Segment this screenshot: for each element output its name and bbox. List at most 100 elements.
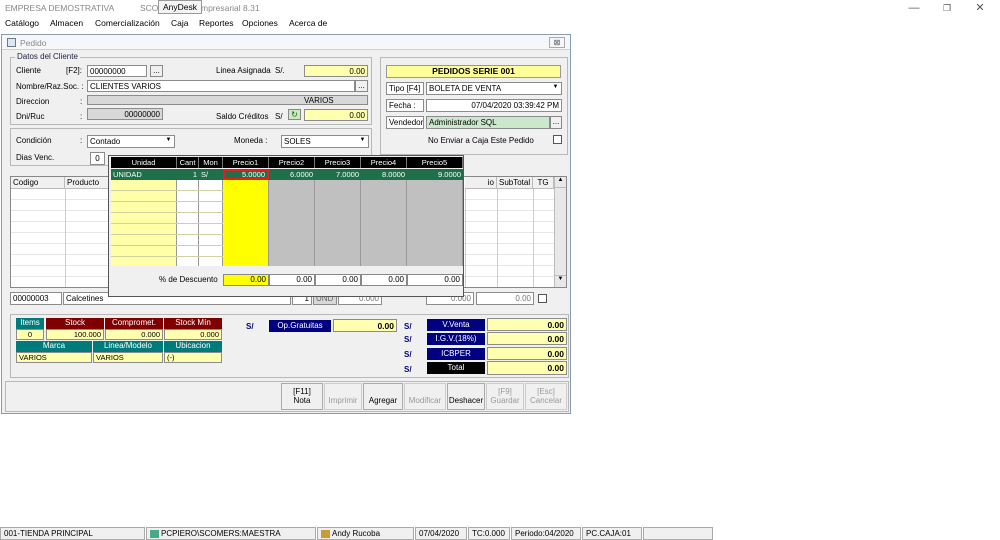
- chevron-down-icon: ▼: [552, 84, 559, 90]
- descuento-5[interactable]: 0.00: [407, 274, 463, 286]
- menu-comercializacion[interactable]: Comercialización: [95, 18, 160, 28]
- direccion-label: Direccion: [16, 97, 50, 106]
- nombre-input[interactable]: CLIENTES VARIOS: [87, 80, 355, 92]
- linea-modelo-label: Linea/Modelo: [93, 341, 163, 352]
- ubicacion-label: Ubicacion: [164, 341, 222, 352]
- vventa-label: V.Venta: [427, 319, 485, 331]
- grid-header-precio: io: [465, 177, 497, 189]
- imprimir-button[interactable]: Imprimir: [324, 383, 362, 410]
- descuento-1[interactable]: 0.00: [223, 274, 269, 286]
- price-popup[interactable]: Unidad Cant Mon Precio1 Precio2 Precio3 …: [108, 155, 464, 297]
- nota-key: [F11]: [293, 387, 311, 396]
- op-gratuitas-value: 0.00: [333, 319, 397, 332]
- app-title-tail: mpresarial 8.31: [201, 3, 260, 13]
- grid-scrollbar[interactable]: ▲ ▼: [554, 177, 566, 287]
- tipo-select[interactable]: BOLETA DE VENTA ▼: [426, 82, 562, 95]
- window-title: Pedido: [20, 38, 47, 48]
- popup-precio3: 7.0000: [336, 170, 359, 179]
- popup-header-mon: Mon: [199, 157, 223, 168]
- cliente-lookup-button[interactable]: ...: [150, 65, 163, 77]
- marca-label: Marca: [16, 341, 92, 352]
- menu-opciones[interactable]: Opciones: [242, 18, 278, 28]
- descuento-3[interactable]: 0.00: [315, 274, 361, 286]
- nota-button[interactable]: [F11] Nota: [281, 383, 323, 410]
- status-db: PCPIERO\SCOMERS:MAESTRA: [146, 527, 316, 540]
- no-enviar-label: No Enviar a Caja Este Pedido: [428, 136, 534, 145]
- menu-catalogo[interactable]: Catálogo: [5, 18, 39, 28]
- dias-input[interactable]: 0: [90, 152, 105, 165]
- popup-header-precio5: Precio5: [407, 157, 463, 168]
- vventa-currency: S/: [404, 322, 412, 331]
- ubicacion-value: (-): [164, 352, 222, 363]
- descuento-2[interactable]: 0.00: [269, 274, 315, 286]
- agregar-button[interactable]: Agregar: [363, 383, 403, 410]
- grid-divider: [465, 189, 466, 287]
- compromet-label: Compromet.: [105, 318, 163, 329]
- popup-header-cant: Cant: [177, 157, 199, 168]
- menu-reportes[interactable]: Reportes: [199, 18, 234, 28]
- vventa-value: 0.00: [487, 318, 567, 331]
- close-icon[interactable]: ✕: [972, 1, 988, 15]
- footer-codigo: 00000003: [10, 292, 62, 305]
- popup-header-precio3: Precio3: [315, 157, 361, 168]
- vendedor-lookup-button[interactable]: ...: [550, 116, 562, 129]
- cliente-group-title: Datos del Cliente: [15, 52, 80, 61]
- guardar-label: Guardar: [490, 396, 520, 405]
- popup-row-lines: [111, 180, 223, 266]
- guardar-button[interactable]: [F9] Guardar: [486, 383, 524, 410]
- total-label: Total: [427, 362, 485, 374]
- status-user: Andy Rucoba: [317, 527, 414, 540]
- menu-acerca[interactable]: Acerca de: [289, 18, 327, 28]
- stockmin-value: 0.000: [164, 329, 222, 340]
- grid-divider: [65, 189, 66, 287]
- cliente-code-input[interactable]: 00000000: [87, 65, 147, 77]
- grid-header-producto: Producto: [65, 177, 111, 189]
- stock-label: Stock: [46, 318, 104, 329]
- minimize-icon[interactable]: —: [906, 1, 922, 15]
- popup-precio1[interactable]: 5.0000: [223, 169, 269, 180]
- guardar-key: [F9]: [498, 387, 512, 396]
- scroll-down-icon[interactable]: ▼: [555, 275, 566, 286]
- popup-header-precio1: Precio1: [223, 157, 269, 168]
- footer-tg-checkbox[interactable]: [538, 294, 547, 303]
- dni-colon: :: [80, 112, 83, 121]
- pedido-window-caption: Pedido ⊠: [2, 35, 570, 50]
- restore-icon[interactable]: ❐: [939, 1, 955, 15]
- nombre-lookup-button[interactable]: ...: [355, 80, 368, 92]
- f2-label: [F2]:: [66, 66, 83, 75]
- direccion-colon: :: [80, 97, 83, 106]
- condicion-value: Contado: [90, 137, 121, 146]
- footer-v3: 0.00: [476, 292, 534, 305]
- varios-text: VARIOS: [304, 96, 334, 105]
- window-close-icon[interactable]: ⊠: [549, 37, 565, 48]
- saldo-label: Saldo Créditos: [216, 112, 269, 121]
- app-titlebar: EMPRESA DEMOSTRATIVA SCO AnyDesk mpresar…: [0, 0, 1000, 17]
- condicion-select[interactable]: Contado ▼: [87, 135, 175, 148]
- moneda-value: SOLES: [284, 137, 311, 146]
- icbper-currency: S/: [404, 350, 412, 359]
- menu-almacen[interactable]: Almacen: [50, 18, 83, 28]
- saldo-refresh-icon[interactable]: ↻: [288, 109, 301, 120]
- app-title: EMPRESA DEMOSTRATIVA: [5, 3, 115, 13]
- scroll-up-icon[interactable]: ▲: [555, 177, 566, 188]
- popup-precio4: 8.0000: [382, 170, 405, 179]
- grid-header-codigo: Codigo: [11, 177, 65, 189]
- linea-label: Linea Asignada: [216, 66, 271, 75]
- popup-precio5: 9.0000: [438, 170, 461, 179]
- condicion-colon: :: [80, 136, 83, 145]
- moneda-select[interactable]: SOLES ▼: [281, 135, 369, 148]
- popup-precio2: 6.0000: [290, 170, 313, 179]
- menu-caja[interactable]: Caja: [171, 18, 188, 28]
- icbper-label: ICBPER: [427, 348, 485, 360]
- deshacer-button[interactable]: Deshacer: [447, 383, 485, 410]
- vendedor-input[interactable]: Administrador SQL: [426, 116, 550, 129]
- dni-input[interactable]: 00000000: [87, 108, 163, 120]
- no-enviar-checkbox[interactable]: [553, 135, 562, 144]
- icbper-value: 0.00: [487, 347, 567, 360]
- grid-divider: [533, 189, 534, 287]
- modificar-button[interactable]: Modificar: [404, 383, 446, 410]
- cancelar-button[interactable]: [Esc] Cancelar: [525, 383, 567, 410]
- status-tc: TC:0.000: [468, 527, 510, 540]
- descuento-4[interactable]: 0.00: [361, 274, 407, 286]
- cancelar-key: [Esc]: [537, 387, 555, 396]
